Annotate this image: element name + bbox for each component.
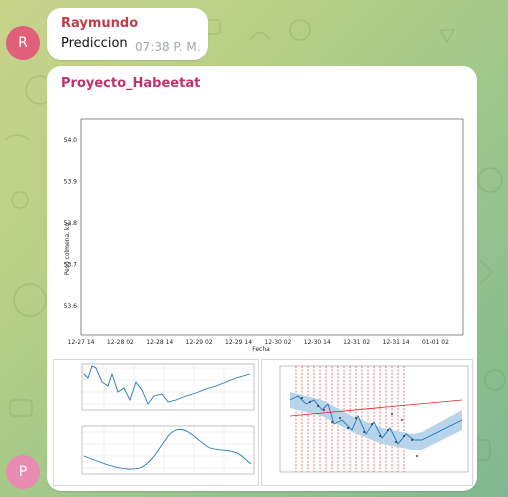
components-chart-image[interactable]: [53, 359, 259, 486]
message-bubble-prediccion[interactable]: Raymundo Prediccion 07:38 P. M.: [47, 8, 208, 60]
y-axis-label: Peso colmena, kg: [64, 223, 71, 276]
y-tick-label: 53.9: [64, 178, 78, 185]
message-bubble-album[interactable]: Proyecto_Habeetat 53.6 53.7 53.8 53.9 54.0 12…: [47, 66, 477, 491]
x-axis-label: Fecha: [252, 346, 270, 353]
x-tick-label: 12-29 14: [225, 339, 252, 346]
forecast-chart-image[interactable]: 53.6 53.7 53.8 53.9 54.0 12-27 14 12-28 02 12-2…: [53, 99, 471, 355]
x-tick-label: 12-28 02: [107, 339, 134, 346]
components-chart-thumbnail: [81, 363, 255, 475]
message-time: 07:38 P. M.: [135, 40, 201, 54]
x-tick-label: 12-27 14: [68, 339, 95, 346]
changepoints-chart-thumbnail: [279, 365, 469, 473]
x-tick-label: 12-29 02: [186, 339, 213, 346]
avatar-raymundo[interactable]: R: [6, 26, 40, 60]
x-tick-label: 12-30 14: [304, 339, 331, 346]
x-tick-label: 12-31 14: [383, 339, 410, 346]
sender-name: Proyecto_Habeetat: [61, 76, 201, 91]
y-tick-label: 53.6: [64, 303, 78, 310]
x-tick-label: 12-28 14: [146, 339, 173, 346]
message-text: Prediccion: [61, 36, 128, 51]
plot-frame: [80, 118, 464, 336]
avatar-letter: R: [18, 35, 28, 51]
x-tick-label: 01-01 02: [422, 339, 449, 346]
avatar-proyecto-habeetat[interactable]: P: [6, 455, 40, 489]
sender-name: Raymundo: [61, 16, 139, 31]
changepoints-chart-image[interactable]: [261, 359, 473, 486]
x-tick-label: 12-30 02: [264, 339, 291, 346]
y-tick-label: 54.0: [64, 137, 78, 144]
x-tick-label: 12-31 02: [343, 339, 370, 346]
avatar-letter: P: [18, 464, 28, 480]
forecast-chart: 53.653.753.853.954.012-27 14 12-28 02 12-2…: [64, 118, 464, 353]
